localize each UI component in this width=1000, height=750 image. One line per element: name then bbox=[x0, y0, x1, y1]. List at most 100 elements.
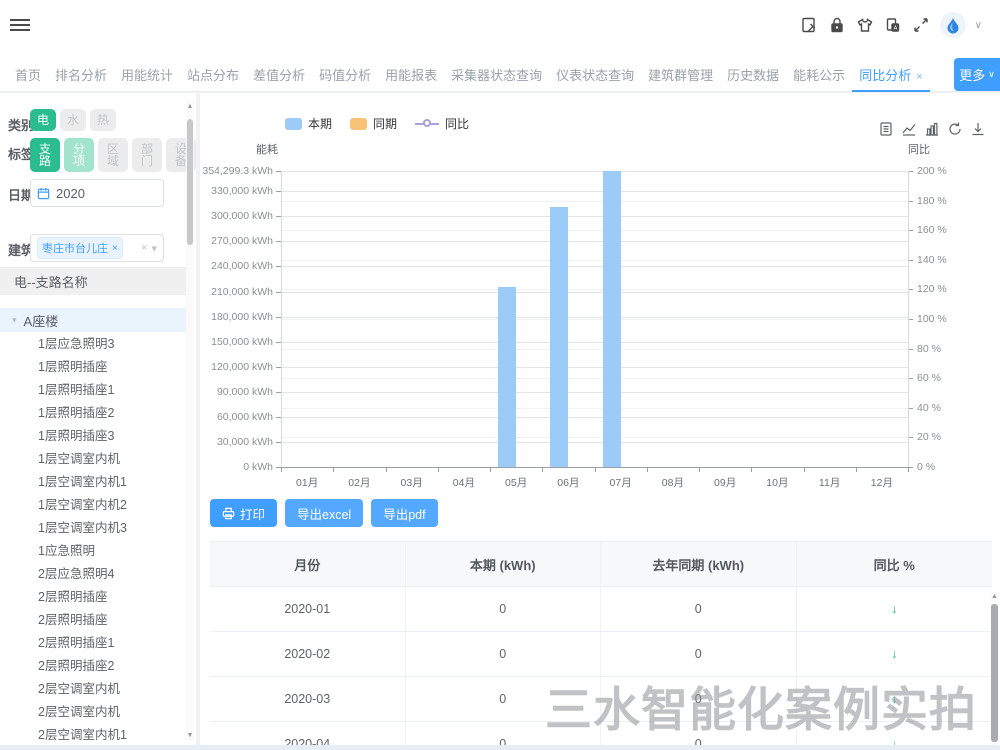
category-option-电[interactable]: 电 bbox=[30, 109, 56, 131]
sidebar-scrollbar[interactable]: ▲ ▼ bbox=[186, 101, 194, 741]
data-view-icon[interactable] bbox=[878, 121, 894, 137]
tab-11[interactable]: 历史数据 bbox=[720, 59, 786, 92]
tree-item[interactable]: 1层空调室内机 bbox=[0, 448, 186, 471]
category-options: 电水热 bbox=[30, 109, 116, 131]
tree-item[interactable]: 1应急照明 bbox=[0, 540, 186, 563]
legend-同比[interactable]: 同比 bbox=[415, 115, 469, 132]
legend-label: 同期 bbox=[373, 115, 397, 132]
clear-icon[interactable]: × bbox=[141, 242, 147, 254]
category-option-热[interactable]: 热 bbox=[90, 109, 116, 131]
tree-item[interactable]: 2层照明插座 bbox=[0, 586, 186, 609]
scrollbar-thumb[interactable] bbox=[991, 604, 998, 742]
tree-item[interactable]: 1层空调室内机1 bbox=[0, 471, 186, 494]
tree-collapse-icon[interactable]: ▾ bbox=[12, 315, 17, 326]
tag-option-分项[interactable]: 分项 bbox=[64, 138, 94, 172]
date-value: 2020 bbox=[56, 186, 85, 201]
bar-chart-icon[interactable] bbox=[924, 121, 940, 137]
tree-item[interactable]: 2层照明插座1 bbox=[0, 632, 186, 655]
legend-本期[interactable]: 本期 bbox=[285, 115, 332, 132]
right-axis-line bbox=[908, 171, 909, 467]
table-cell: 0 bbox=[406, 632, 602, 676]
tab-2[interactable]: 排名分析 bbox=[48, 59, 114, 92]
print-button[interactable]: 打印 bbox=[210, 499, 277, 527]
fullscreen-icon[interactable] bbox=[912, 16, 931, 35]
legend-label: 本期 bbox=[308, 115, 332, 132]
right-axis-label: 200 % bbox=[917, 165, 947, 177]
tree-root-item[interactable]: ▾ A座楼 bbox=[0, 308, 186, 332]
tree-item[interactable]: 1层空调室内机2 bbox=[0, 494, 186, 517]
more-button[interactable]: 更多∨ bbox=[954, 58, 1000, 91]
water-drop-logo[interactable] bbox=[940, 12, 966, 38]
tree-item[interactable]: 2层空调室内机 bbox=[0, 678, 186, 701]
tab-10[interactable]: 建筑群管理 bbox=[641, 59, 720, 92]
tree-item[interactable]: 2层照明插座2 bbox=[0, 655, 186, 678]
tree-item[interactable]: 1层照明插座1 bbox=[0, 379, 186, 402]
scroll-up-icon[interactable]: ▲ bbox=[186, 103, 194, 110]
tag-options: 支路分项区域部门设备 bbox=[30, 138, 196, 172]
tree-item[interactable]: 2层空调室内机1 bbox=[0, 724, 186, 747]
id-card-icon[interactable]: A bbox=[884, 16, 903, 35]
tag-option-部门[interactable]: 部门 bbox=[132, 138, 162, 172]
export-excel-button[interactable]: 导出excel bbox=[285, 499, 363, 527]
tree-item[interactable]: 1层空调室内机3 bbox=[0, 517, 186, 540]
scroll-down-icon[interactable]: ▼ bbox=[186, 732, 194, 739]
tree-item[interactable]: 2层照明插座 bbox=[0, 609, 186, 632]
lock-icon[interactable] bbox=[828, 16, 847, 35]
tab-active[interactable]: 同比分析× bbox=[852, 59, 929, 92]
tab-3[interactable]: 用能统计 bbox=[114, 59, 180, 92]
right-axis-label: 120 % bbox=[917, 283, 947, 295]
svg-text:A: A bbox=[894, 26, 898, 32]
hamburger-menu-icon[interactable] bbox=[10, 16, 30, 32]
document-edit-icon[interactable] bbox=[800, 16, 819, 35]
building-select[interactable]: 枣庄市台儿庄 × × ▾ bbox=[30, 234, 164, 262]
gridline-major bbox=[281, 417, 908, 418]
refresh-icon[interactable] bbox=[947, 121, 963, 137]
table-header-cell: 同比 % bbox=[797, 542, 993, 586]
chevron-down-icon[interactable]: ∨ bbox=[975, 20, 982, 31]
gridline-minor bbox=[281, 260, 908, 261]
tab-1[interactable]: 首页 bbox=[8, 59, 48, 92]
tab-4[interactable]: 站点分布 bbox=[180, 59, 246, 92]
tab-9[interactable]: 仪表状态查询 bbox=[549, 59, 641, 92]
select-dropdown-icon[interactable]: ▾ bbox=[151, 242, 157, 255]
tab-6[interactable]: 码值分析 bbox=[312, 59, 378, 92]
scroll-up-icon[interactable]: ▲ bbox=[990, 593, 999, 600]
scrollbar-thumb[interactable] bbox=[187, 119, 193, 245]
theme-shirt-icon[interactable] bbox=[856, 16, 875, 35]
tag-option-支路[interactable]: 支路 bbox=[30, 138, 60, 172]
tree-item[interactable]: 1层照明插座 bbox=[0, 356, 186, 379]
gridline-minor bbox=[281, 349, 908, 350]
tab-close-icon[interactable]: × bbox=[916, 71, 922, 83]
tag-option-区域[interactable]: 区域 bbox=[98, 138, 128, 172]
legend-swatch-icon bbox=[285, 118, 302, 130]
left-axis-title: 能耗 bbox=[256, 141, 278, 157]
category-option-水[interactable]: 水 bbox=[60, 109, 86, 131]
table-header-cell: 去年同期 (kWh) bbox=[601, 542, 797, 586]
download-icon[interactable] bbox=[970, 121, 986, 137]
tree-item[interactable]: 1层照明插座3 bbox=[0, 425, 186, 448]
x-axis-label: 02月 bbox=[337, 475, 381, 490]
x-axis-label: 05月 bbox=[494, 475, 538, 490]
tree-item[interactable]: 1层照明插座2 bbox=[0, 402, 186, 425]
tree-item[interactable]: 2层空调室内机 bbox=[0, 701, 186, 724]
legend-同期[interactable]: 同期 bbox=[350, 115, 397, 132]
tree-children: 1层应急照明31层照明插座1层照明插座11层照明插座21层照明插座31层空调室内… bbox=[0, 333, 186, 747]
table-cell: 0 bbox=[406, 587, 602, 631]
chart-bar bbox=[550, 207, 568, 467]
x-axis-tick bbox=[438, 467, 439, 472]
legend-swatch-icon bbox=[350, 118, 367, 130]
tab-5[interactable]: 差值分析 bbox=[246, 59, 312, 92]
chart-legend: 本期 同期 同比 bbox=[285, 115, 469, 132]
tab-7[interactable]: 用能报表 bbox=[378, 59, 444, 92]
tree-item[interactable]: 1层应急照明3 bbox=[0, 333, 186, 356]
tab-12[interactable]: 能耗公示 bbox=[786, 59, 852, 92]
branch-list-header: 电--支路名称 bbox=[0, 267, 186, 295]
tab-8[interactable]: 采集器状态查询 bbox=[444, 59, 549, 92]
tag-close-icon[interactable]: × bbox=[112, 243, 118, 254]
line-chart-icon[interactable] bbox=[901, 121, 917, 137]
table-scrollbar[interactable]: ▲ bbox=[990, 593, 999, 745]
table-cell: 2020-04 bbox=[210, 722, 406, 745]
date-input[interactable]: 2020 bbox=[30, 179, 164, 207]
export-pdf-button[interactable]: 导出pdf bbox=[371, 499, 437, 527]
tree-item[interactable]: 2层应急照明4 bbox=[0, 563, 186, 586]
